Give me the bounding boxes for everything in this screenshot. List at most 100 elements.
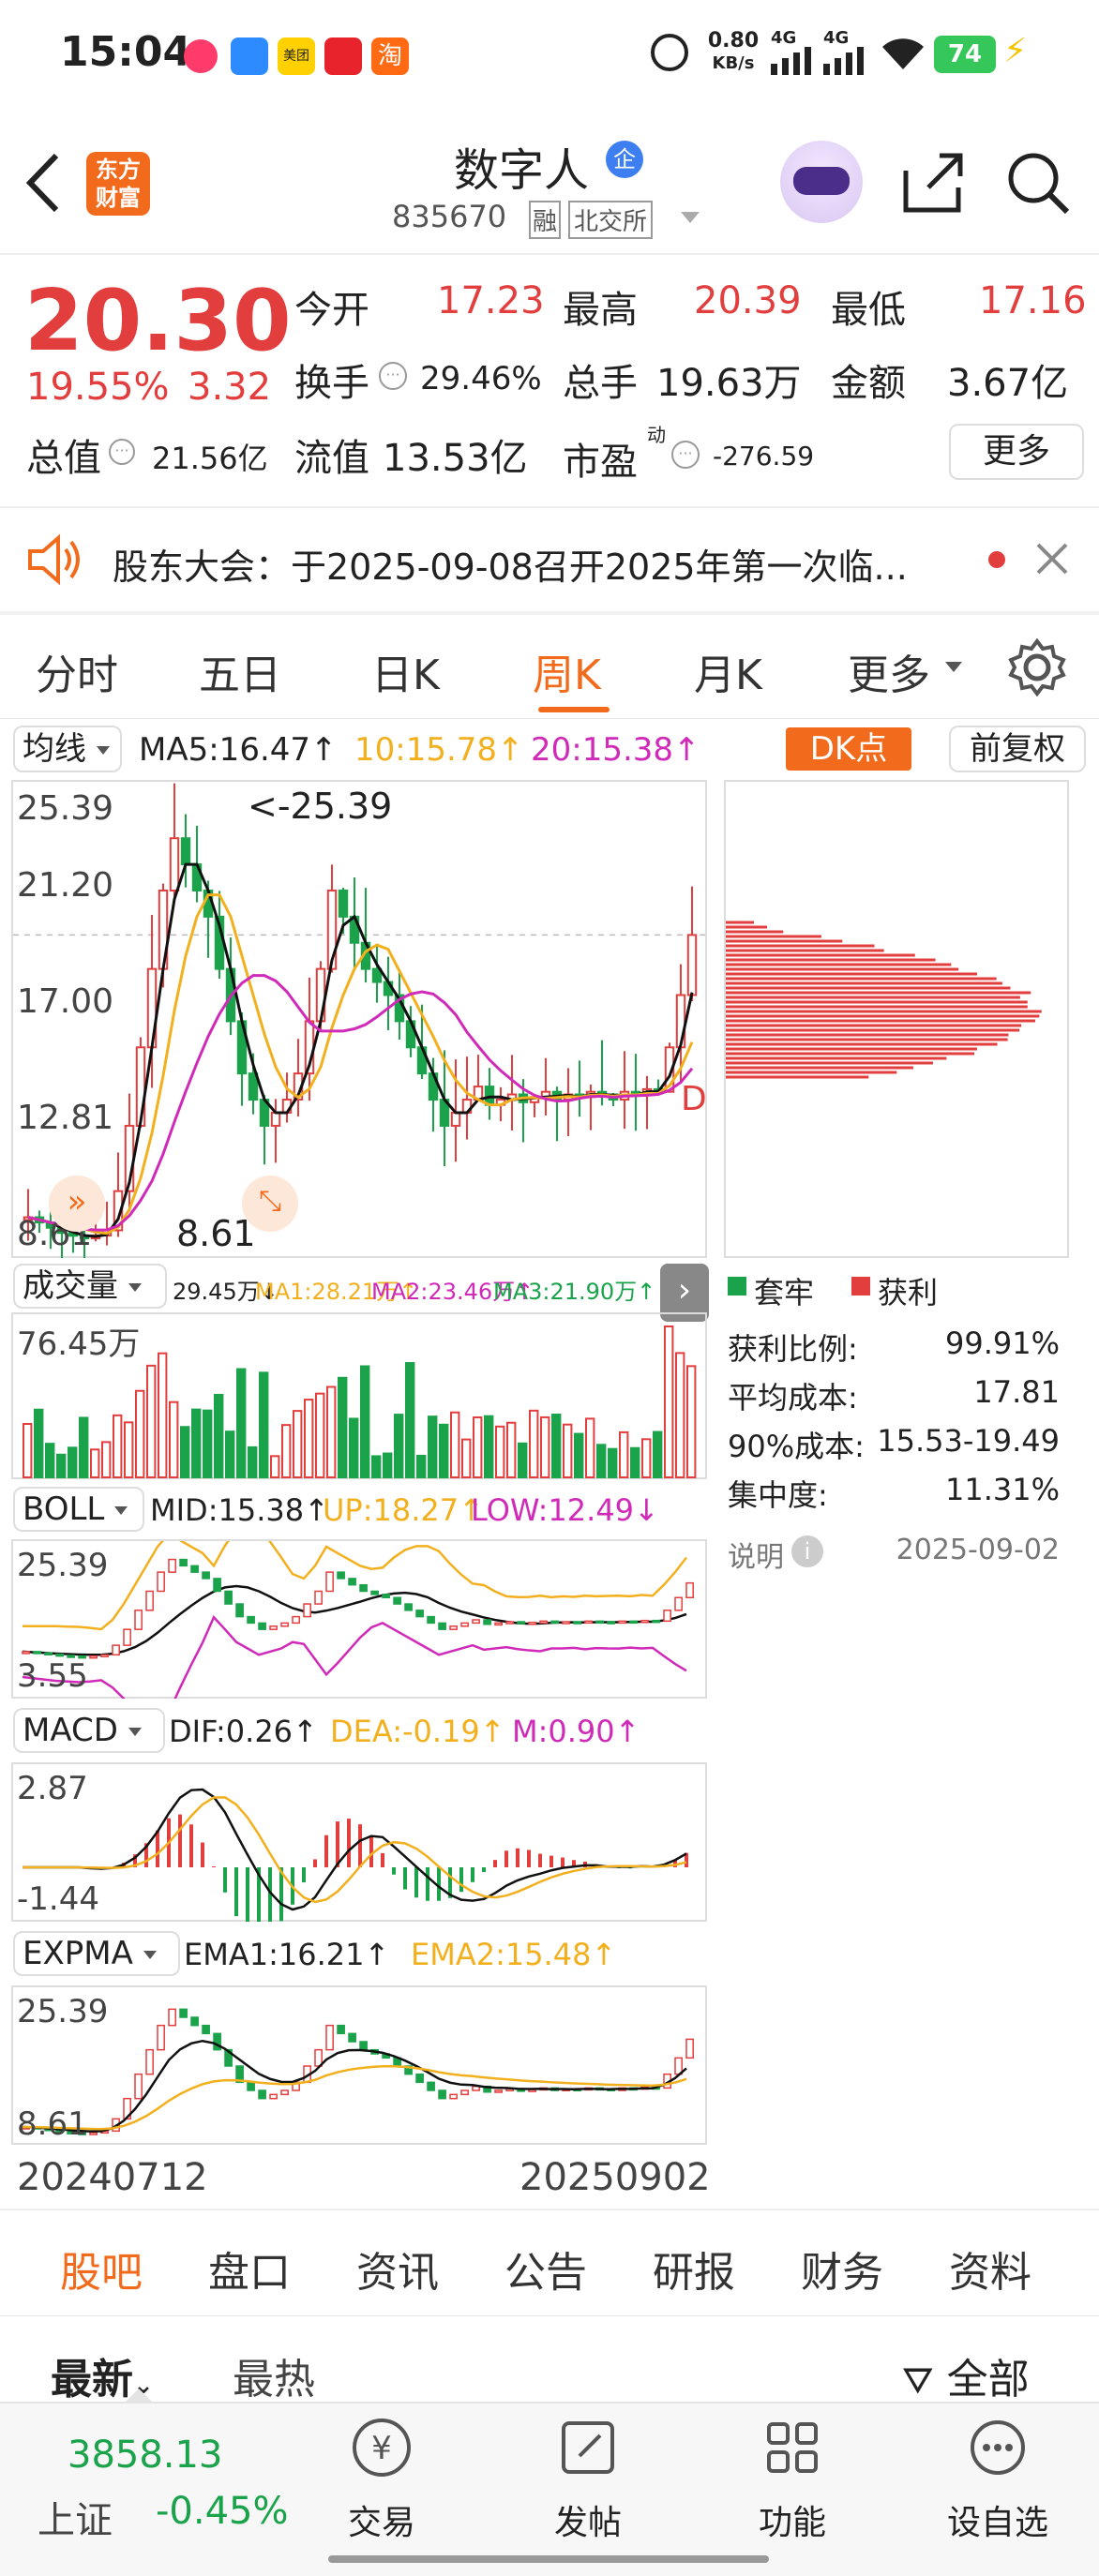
- expma-legend-bar: EXPMA EMA1:16.21↑ EMA2:15.48↑: [0, 1929, 713, 1982]
- home-indicator: [328, 2555, 769, 2563]
- sort-hot[interactable]: 最热: [233, 2345, 315, 2405]
- macd-svg: [23, 1788, 688, 1922]
- gear-icon[interactable]: [1007, 637, 1067, 697]
- nav-functions[interactable]: 功能: [741, 2419, 844, 2559]
- volume-bar: [45, 1443, 55, 1478]
- boll-selector[interactable]: BOLL: [13, 1487, 144, 1532]
- boll-candle: [427, 1615, 435, 1625]
- ai-assistant-avatar[interactable]: [780, 141, 863, 223]
- boll-candle: [44, 1652, 53, 1656]
- expma-candle: [685, 2038, 694, 2059]
- volume-bar: [450, 1411, 460, 1478]
- volume-bar: [101, 1441, 112, 1478]
- tab-weekly-k[interactable]: 周K: [533, 641, 601, 701]
- boll-low-value: LOW:12.49↓: [471, 1492, 659, 1528]
- trapped-swatch: [728, 1277, 746, 1295]
- chip-distribution-chart[interactable]: [724, 780, 1069, 1258]
- candle: [169, 837, 180, 891]
- expma-chart: 25.39 8.61: [11, 1985, 707, 2145]
- tab-five-day[interactable]: 五日: [199, 641, 281, 701]
- back-icon[interactable]: [23, 152, 64, 214]
- expma-candle: [415, 2073, 424, 2084]
- expma-candle: [325, 2024, 334, 2051]
- more-button[interactable]: 更多: [949, 424, 1084, 480]
- sort-bar: 最新⌄ 最热 ⛛ 全部: [0, 2317, 1099, 2405]
- tab-daily-k[interactable]: 日K: [371, 641, 440, 701]
- volume-y-label: 76.45万: [17, 1325, 141, 1363]
- candle: [180, 837, 191, 866]
- tab-intraday[interactable]: 分时: [36, 641, 118, 701]
- yen-circle-icon: ¥: [353, 2419, 411, 2477]
- grid-icon: [767, 2422, 818, 2473]
- exchange-tag: 北交所: [568, 201, 654, 239]
- tab-monthly-k[interactable]: 月K: [694, 641, 762, 701]
- dropdown-triangle-icon[interactable]: [681, 212, 700, 223]
- tab-more[interactable]: 更多: [848, 641, 930, 701]
- volume-selector[interactable]: 成交量: [13, 1264, 167, 1309]
- chip-note[interactable]: 说明 i 2025-09-02: [724, 1530, 1071, 1577]
- volume-bar: [630, 1446, 640, 1478]
- volume-bar: [90, 1448, 100, 1478]
- volume-bar: [585, 1417, 595, 1479]
- ma-selector[interactable]: 均线: [13, 726, 122, 772]
- double-chevron-icon[interactable]: »: [49, 1176, 105, 1232]
- search-icon[interactable]: [1005, 150, 1071, 216]
- open-label: 今开: [294, 289, 369, 332]
- content-tabs: 股吧 盘口 资讯 公告 研报 财务 资料: [0, 2210, 1099, 2314]
- chip-stat-label: 90%成本:: [728, 1429, 865, 1464]
- last-price: 20.30: [24, 272, 292, 370]
- close-icon[interactable]: [1035, 542, 1069, 576]
- expand-arrows-icon[interactable]: ⤡: [242, 1176, 298, 1232]
- boll-candle: [584, 1620, 593, 1625]
- filter-button[interactable]: ⛛ 全部: [902, 2345, 1030, 2405]
- tab-profile[interactable]: 资料: [949, 2239, 1031, 2299]
- expma-selector[interactable]: EXPMA: [13, 1931, 180, 1976]
- boll-candle: [370, 1590, 379, 1595]
- index-name: 上证: [38, 2499, 113, 2542]
- adjust-mode-button[interactable]: 前复权: [949, 726, 1086, 772]
- tab-guba[interactable]: 股吧: [60, 2239, 143, 2299]
- nav-watchlist[interactable]: 设自选: [934, 2419, 1061, 2559]
- mktcap-value: 21.56亿: [152, 441, 268, 476]
- tab-finance[interactable]: 财务: [801, 2239, 883, 2299]
- robot-face-icon: [793, 167, 850, 195]
- high-label: 最高: [563, 289, 638, 332]
- y-label-2: 21.20: [17, 866, 114, 905]
- note-label: 说明: [728, 1541, 784, 1574]
- tab-pankou[interactable]: 盘口: [208, 2239, 291, 2299]
- boll-candle: [190, 1565, 199, 1573]
- chevron-down-icon: [945, 662, 962, 672]
- charging-icon: ⚡: [1003, 32, 1028, 70]
- nav-trade[interactable]: ¥ 交易: [330, 2419, 433, 2559]
- volume-legend-bar: 成交量 29.45万↓ MA1:28.21万↑ MA2:23.46万↑ MA3:…: [0, 1260, 713, 1322]
- info-circle-icon[interactable]: ···: [109, 439, 135, 465]
- volume-bar: [619, 1430, 629, 1478]
- boll-candle: [449, 1625, 458, 1630]
- more-dots-icon: [971, 2420, 1025, 2475]
- dk-point-button[interactable]: DK点: [786, 727, 911, 771]
- boll-candle: [224, 1590, 233, 1605]
- boll-svg: [22, 1541, 694, 1699]
- macd-y-top: 2.87: [17, 1770, 88, 1807]
- boll-candle: [539, 1620, 548, 1625]
- expma-candle: [134, 2073, 143, 2100]
- nav-post[interactable]: 发帖: [536, 2419, 640, 2559]
- tab-announcement[interactable]: 公告: [504, 2239, 587, 2299]
- boll-candle: [460, 1622, 469, 1627]
- tab-news[interactable]: 资讯: [356, 2239, 439, 2299]
- bottom-nav: 3858.13 上证 -0.45% ¥ 交易 发帖 功能 设自选: [0, 2389, 1099, 2576]
- app-notification-icons: 美团 淘: [184, 37, 409, 75]
- tab-research[interactable]: 研报: [653, 2239, 735, 2299]
- info-circle-icon[interactable]: ···: [671, 441, 700, 469]
- blue-app-icon: [231, 37, 268, 75]
- volume-bar: [383, 1452, 393, 1479]
- eastmoney-logo: 东方财富: [86, 152, 150, 216]
- macd-m-value: M:0.90↑: [512, 1714, 640, 1749]
- kline-chart[interactable]: 25.39 21.20 17.00 12.81 8.61 <-25.39 8.6…: [11, 780, 707, 1258]
- expma-candle: [145, 2048, 154, 2075]
- share-icon[interactable]: [900, 150, 966, 216]
- boll-candle: [202, 1571, 210, 1580]
- notice-banner[interactable]: 股东大会：于2025-09-08召开2025年第一次临...: [0, 508, 1099, 611]
- macd-selector[interactable]: MACD: [13, 1708, 165, 1753]
- info-circle-icon[interactable]: ···: [379, 362, 407, 390]
